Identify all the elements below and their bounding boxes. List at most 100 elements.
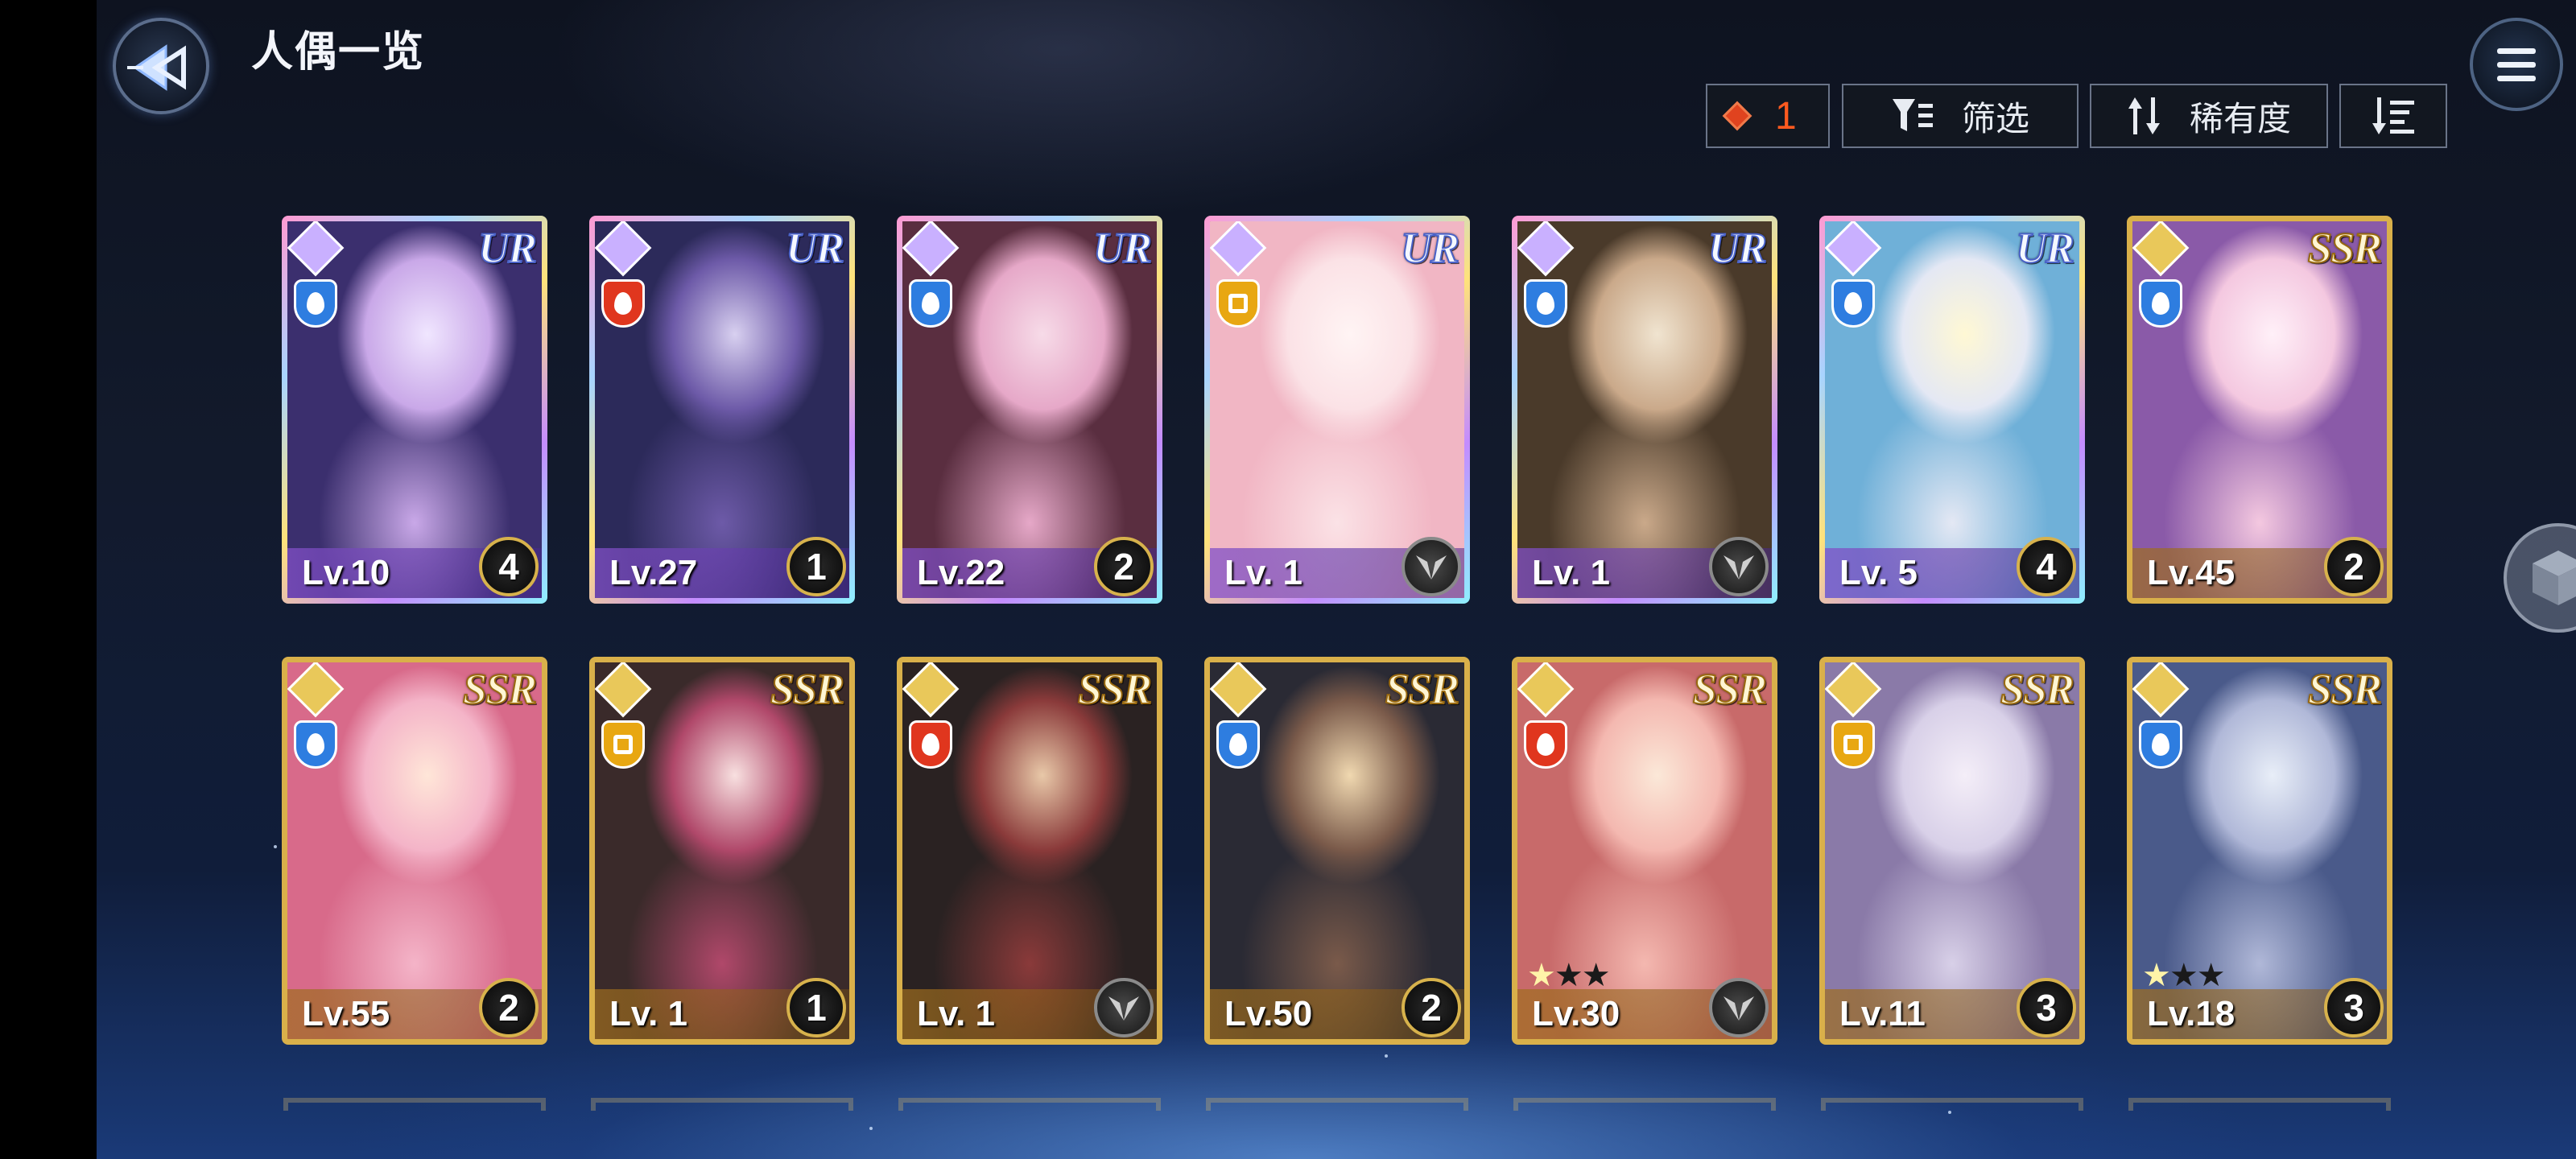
rarity-label: 稀有度 (2189, 99, 2291, 138)
level-label: Lv. 1 (1532, 553, 1611, 592)
doll-card[interactable]: UR Lv. 5 4 (1819, 216, 2085, 604)
app-screen: 人偶一览 1 筛选 稀有度 UR Lv.10 4 UR Lv.27 1 UR L… (97, 0, 2576, 1159)
doll-card[interactable]: UR Lv. 1 (1204, 216, 1470, 604)
water-element-icon (2139, 279, 2182, 328)
next-row-card[interactable] (1821, 1098, 2083, 1111)
doll-card[interactable]: SSR Lv.55 2 (282, 657, 547, 1045)
light-element-icon (601, 720, 645, 769)
next-row-card[interactable] (591, 1098, 853, 1111)
doll-card[interactable]: UR Lv. 1 (1512, 216, 1777, 604)
wing-emblem-icon (1402, 537, 1461, 596)
doll-card[interactable]: UR Lv.22 2 (897, 216, 1162, 604)
rarity-label: SSR (1692, 664, 1768, 714)
next-row-card[interactable] (2128, 1098, 2391, 1111)
duplicate-count-badge: 4 (2017, 537, 2076, 596)
level-label: Lv.45 (2147, 553, 2235, 592)
level-label: Lv.50 (1224, 994, 1313, 1033)
level-label: Lv.30 (1532, 994, 1620, 1033)
duplicate-count-badge: 2 (1402, 978, 1461, 1037)
water-element-icon (909, 279, 952, 328)
back-arrow-icon (127, 44, 186, 91)
doll-card[interactable]: UR Lv.27 1 (589, 216, 855, 604)
rarity-label: UR (1400, 223, 1460, 273)
rarity-sort-button[interactable]: 稀有度 (2090, 84, 2328, 148)
diamond-icon (1722, 101, 1752, 131)
filter-icon (1892, 99, 1933, 131)
water-element-icon (294, 720, 337, 769)
doll-card[interactable]: SSR ★★★ Lv.30 (1512, 657, 1777, 1045)
back-button[interactable] (113, 18, 209, 114)
rarity-label: SSR (2000, 664, 2075, 714)
light-element-icon (1831, 720, 1875, 769)
doll-card[interactable]: SSR Lv. 1 (897, 657, 1162, 1045)
level-label: Lv. 5 (1839, 553, 1918, 592)
next-row-card[interactable] (1206, 1098, 1468, 1111)
doll-card[interactable]: SSR Lv.50 2 (1204, 657, 1470, 1045)
doll-card[interactable]: SSR Lv. 1 1 (589, 657, 855, 1045)
sort-descending-icon (2372, 97, 2414, 134)
rarity-label: SSR (2307, 664, 2383, 714)
water-element-icon (2139, 720, 2182, 769)
background-star (274, 845, 277, 848)
page-title: 人偶一览 (251, 29, 426, 76)
doll-card[interactable]: SSR Lv.45 2 (2127, 216, 2392, 604)
rarity-label: SSR (1385, 664, 1460, 714)
level-label: Lv. 1 (917, 994, 996, 1033)
duplicate-count-badge: 3 (2017, 978, 2076, 1037)
level-label: Lv. 1 (609, 994, 688, 1033)
level-label: Lv.10 (302, 553, 390, 592)
selected-count-indicator: 1 (1706, 84, 1830, 148)
filter-button[interactable]: 筛选 (1842, 84, 2079, 148)
water-element-icon (1216, 720, 1260, 769)
background-star (869, 1127, 873, 1130)
duplicate-count-badge: 2 (1094, 537, 1154, 596)
next-row-card[interactable] (898, 1098, 1161, 1111)
level-label: Lv. 1 (1224, 553, 1303, 592)
wing-emblem-icon (1709, 978, 1769, 1037)
sort-arrows-icon (2128, 97, 2160, 134)
rarity-label: UR (785, 223, 845, 273)
sort-order-button[interactable] (2339, 84, 2447, 148)
level-label: Lv.11 (1839, 994, 1926, 1033)
fire-element-icon (1524, 720, 1567, 769)
rarity-label: UR (1707, 223, 1768, 273)
menu-button[interactable] (2470, 18, 2563, 111)
rarity-label: UR (2015, 223, 2075, 273)
next-row-card[interactable] (283, 1098, 546, 1111)
rarity-label: SSR (462, 664, 538, 714)
duplicate-count-badge: 3 (2324, 978, 2384, 1037)
filter-label: 筛选 (1961, 99, 2029, 138)
background-star (1385, 1054, 1388, 1058)
next-row-card[interactable] (1513, 1098, 1776, 1111)
wing-emblem-icon (1094, 978, 1154, 1037)
fire-element-icon (601, 279, 645, 328)
level-label: Lv.27 (609, 553, 698, 592)
menu-line (2497, 76, 2536, 81)
selected-count: 1 (1775, 94, 1797, 138)
rarity-label: UR (477, 223, 538, 273)
duplicate-count-badge: 1 (786, 978, 846, 1037)
rarity-label: SSR (1077, 664, 1153, 714)
cube-icon (2533, 551, 2576, 605)
wing-emblem-icon (1709, 537, 1769, 596)
rarity-label: SSR (770, 664, 845, 714)
duplicate-count-badge: 4 (479, 537, 539, 596)
rarity-label: UR (1092, 223, 1153, 273)
level-label: Lv.18 (2147, 994, 2235, 1033)
light-element-icon (1216, 279, 1260, 328)
background-star (1948, 1111, 1951, 1114)
doll-card[interactable]: SSR Lv.11 3 (1819, 657, 2085, 1045)
level-label: Lv.55 (302, 994, 390, 1033)
menu-line (2497, 62, 2536, 68)
doll-card[interactable]: SSR ★★★ Lv.18 3 (2127, 657, 2392, 1045)
floating-menu-button[interactable] (2504, 523, 2576, 633)
water-element-icon (1524, 279, 1567, 328)
water-element-icon (294, 279, 337, 328)
fire-element-icon (909, 720, 952, 769)
rarity-label: SSR (2307, 223, 2383, 273)
menu-line (2497, 48, 2536, 54)
level-label: Lv.22 (917, 553, 1005, 592)
doll-card[interactable]: UR Lv.10 4 (282, 216, 547, 604)
water-element-icon (1831, 279, 1875, 328)
duplicate-count-badge: 1 (786, 537, 846, 596)
